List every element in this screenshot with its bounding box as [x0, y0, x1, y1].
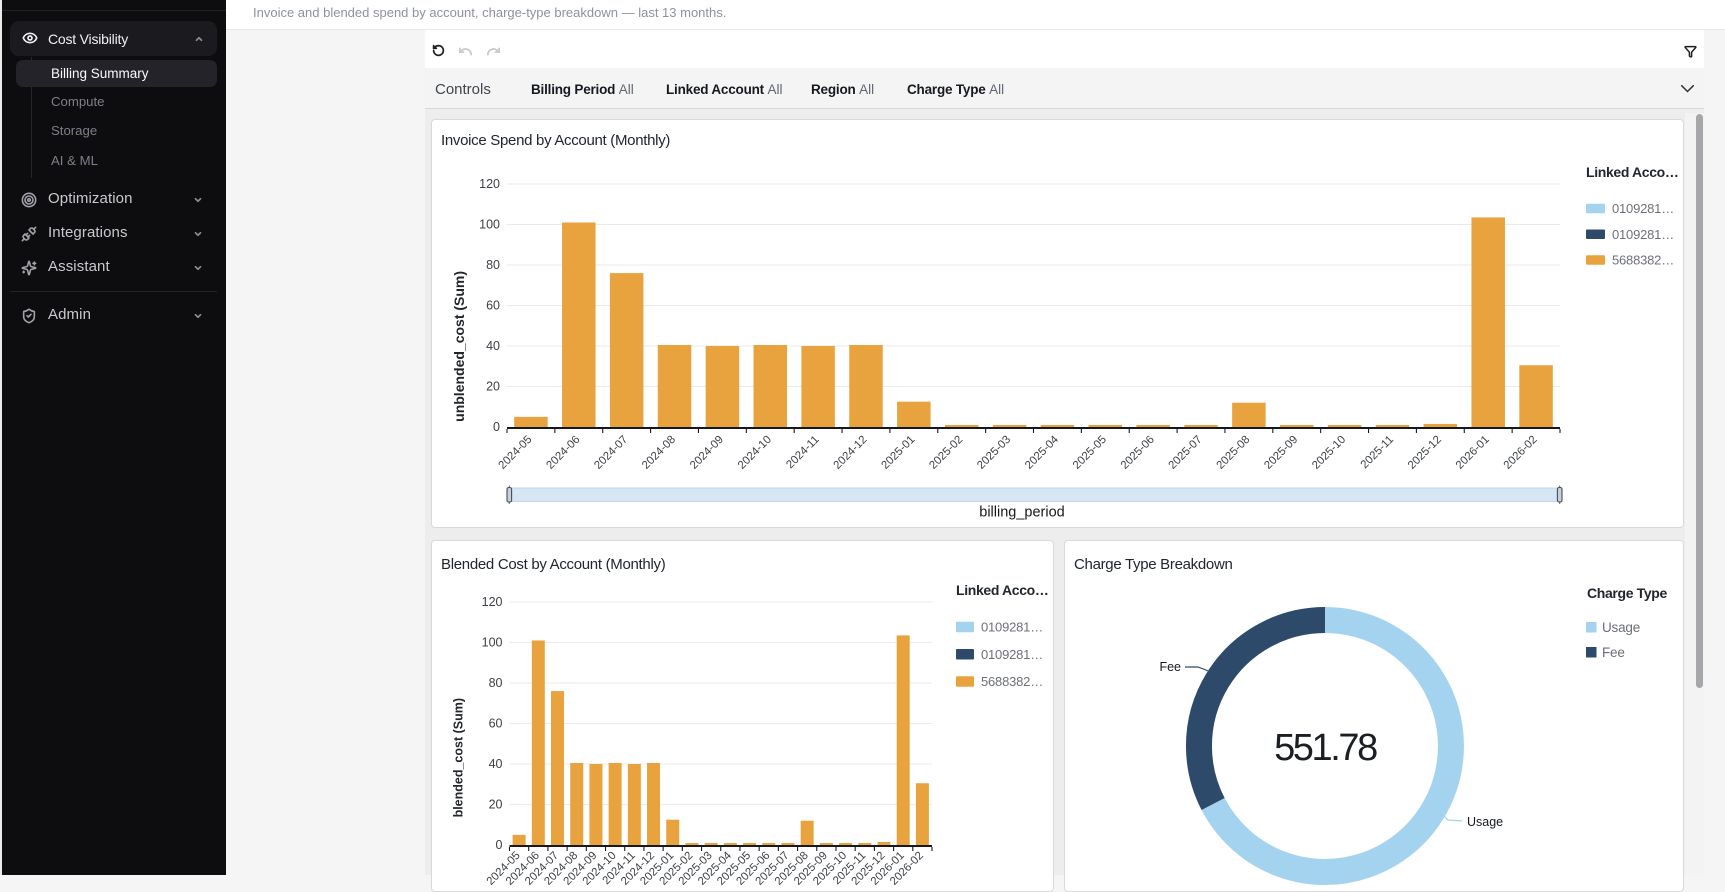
svg-text:Usage: Usage [1602, 620, 1640, 635]
svg-text:100: 100 [482, 636, 503, 650]
svg-text:Linked Acco…: Linked Acco… [1586, 164, 1679, 180]
svg-text:2025-07: 2025-07 [1167, 433, 1205, 471]
svg-text:5688382…: 5688382… [981, 674, 1043, 689]
svg-text:0109281…: 0109281… [1612, 226, 1674, 241]
svg-text:2024-07: 2024-07 [592, 433, 630, 471]
svg-text:20: 20 [486, 379, 500, 393]
svg-text:2024-05: 2024-05 [496, 433, 534, 471]
svg-text:2025-10: 2025-10 [1310, 433, 1348, 471]
svg-text:2024-08: 2024-08 [640, 433, 678, 471]
svg-text:2025-04: 2025-04 [1023, 433, 1061, 471]
svg-text:60: 60 [489, 717, 503, 731]
svg-text:100: 100 [479, 217, 500, 231]
svg-text:2025-08: 2025-08 [1214, 433, 1252, 471]
svg-text:0: 0 [496, 838, 503, 852]
svg-text:Charge Type: Charge Type [1587, 585, 1667, 601]
svg-text:80: 80 [486, 258, 500, 272]
svg-text:Fee: Fee [1159, 660, 1181, 674]
svg-text:0: 0 [493, 420, 500, 434]
svg-text:2025-05: 2025-05 [1071, 433, 1109, 471]
svg-text:2024-09: 2024-09 [688, 433, 726, 471]
svg-text:2025-12: 2025-12 [1406, 433, 1444, 471]
svg-text:0109281…: 0109281… [981, 620, 1043, 635]
svg-text:Usage: Usage [1467, 815, 1503, 829]
svg-text:120: 120 [479, 177, 500, 191]
svg-text:2025-03: 2025-03 [975, 433, 1013, 471]
svg-text:2025-02: 2025-02 [927, 433, 965, 471]
svg-text:20: 20 [489, 798, 503, 812]
svg-text:billing_period: billing_period [979, 504, 1064, 520]
svg-text:40: 40 [489, 757, 503, 771]
svg-text:blended_cost (Sum): blended_cost (Sum) [452, 698, 466, 817]
svg-text:80: 80 [489, 676, 503, 690]
svg-text:2025-11: 2025-11 [1359, 433, 1396, 470]
svg-text:2025-06: 2025-06 [1119, 433, 1157, 471]
svg-text:2025-09: 2025-09 [1262, 433, 1300, 471]
svg-text:Fee: Fee [1602, 645, 1625, 660]
svg-text:2024-11: 2024-11 [784, 433, 821, 470]
svg-text:2026-01: 2026-01 [1454, 433, 1492, 471]
svg-text:40: 40 [486, 339, 500, 353]
svg-text:551.78: 551.78 [1274, 727, 1377, 769]
svg-text:2025-01: 2025-01 [879, 433, 917, 471]
svg-text:0109281…: 0109281… [981, 647, 1043, 662]
svg-text:60: 60 [486, 298, 500, 312]
svg-text:2024-06: 2024-06 [544, 433, 582, 471]
svg-text:2024-10: 2024-10 [736, 433, 774, 471]
svg-text:unblended_cost (Sum): unblended_cost (Sum) [451, 270, 467, 421]
svg-text:2024-12: 2024-12 [832, 433, 870, 471]
svg-text:0109281…: 0109281… [1612, 201, 1674, 216]
svg-text:2026-02: 2026-02 [1502, 433, 1540, 471]
svg-text:Linked Acco…: Linked Acco… [956, 582, 1049, 598]
svg-text:5688382…: 5688382… [1612, 252, 1674, 267]
svg-text:120: 120 [482, 595, 503, 609]
